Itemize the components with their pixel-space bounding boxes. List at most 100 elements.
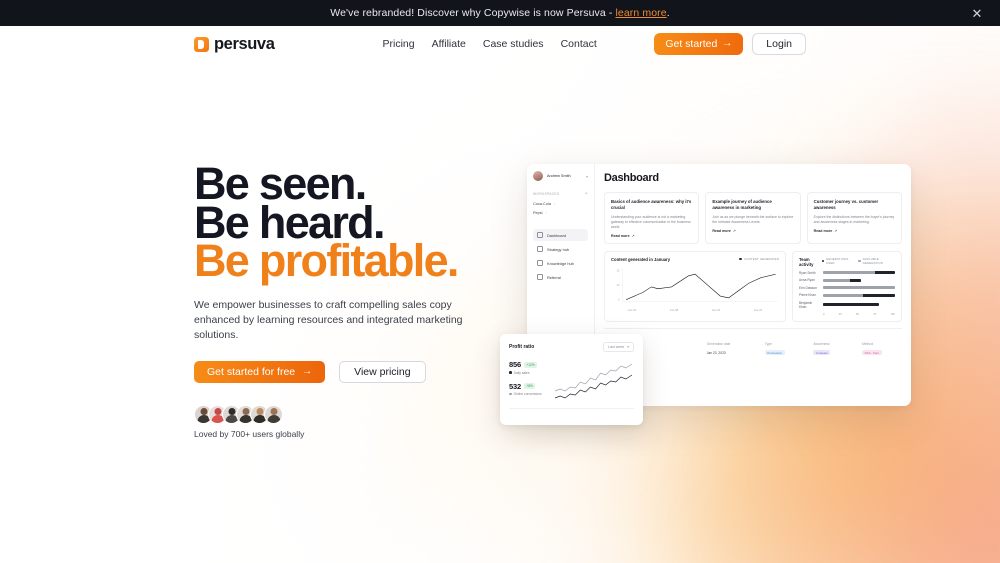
- article-card[interactable]: Example journey of audience awareness in…: [705, 192, 801, 244]
- article-title: Customer journey vs. customer awareness: [813, 199, 879, 210]
- profit-card-body: 856 +12% Daily sales 532 +8% Online conv…: [509, 360, 634, 403]
- legend-dot-icon: [509, 392, 512, 396]
- team-bar: [823, 271, 895, 275]
- stat-label: Online conversions: [513, 392, 542, 396]
- svg-text:0: 0: [618, 297, 620, 301]
- sidebar-item-label: Referral: [547, 274, 561, 280]
- stat-badge: +12%: [523, 361, 538, 368]
- read-more-label: Read more: [611, 233, 630, 238]
- team-bar: [823, 293, 895, 297]
- legend-label: AVAILABLE GENERATION: [862, 256, 883, 265]
- legend-item: AVAILABLE GENERATION: [858, 257, 895, 265]
- sidebar-item-dashboard[interactable]: Dashboard: [533, 229, 588, 241]
- workspace-item-coca-cola[interactable]: Coca-Cola ›: [533, 202, 588, 206]
- chevron-down-icon: ▾: [627, 345, 629, 349]
- profit-line-chart: [553, 360, 634, 403]
- legend-dot-icon: [739, 257, 742, 261]
- profit-stats: 856 +12% Daily sales 532 +8% Online conv…: [509, 360, 553, 403]
- team-row: Pierre Khan: [799, 293, 895, 297]
- article-card[interactable]: Customer journey vs. customer awareness …: [806, 192, 902, 244]
- announcement-text: We've rebranded! Discover why Copywise i…: [330, 7, 669, 19]
- get-started-label: Get started: [665, 38, 718, 50]
- table-row[interactable]: Reaching cold audience Jan 23, 2023 Pers…: [604, 350, 902, 356]
- avatar: [533, 171, 543, 181]
- get-started-button[interactable]: Get started →: [654, 33, 744, 55]
- workspace-item-pepsi[interactable]: Pepsi ›: [533, 211, 588, 215]
- line-chart-svg: 20 10 0: [617, 268, 778, 302]
- logo-mark-icon: [194, 36, 209, 52]
- team-legend: GENERATIONS USED AVAILABLE GENERATION: [821, 257, 895, 265]
- legend-dot-icon: [509, 371, 512, 374]
- x-tick: 0: [823, 312, 825, 317]
- column-header-method[interactable]: Method: [862, 342, 902, 346]
- stat-label-row: Online conversions: [509, 392, 553, 396]
- close-icon[interactable]: ✕: [970, 6, 984, 20]
- announcement-text-after: .: [666, 7, 670, 19]
- hero-section: Be seen. Be heard. Be profitable. We emp…: [0, 62, 470, 439]
- cell-type: Persuasive: [764, 350, 810, 356]
- legend-item: CONTENT GENERATED: [739, 257, 779, 261]
- article-card[interactable]: Basics of audience awareness: why it's c…: [604, 192, 700, 244]
- column-header-generation-date[interactable]: Generation date: [707, 342, 761, 346]
- view-pricing-button[interactable]: View pricing: [339, 360, 426, 383]
- chevron-right-icon: ›: [545, 211, 547, 215]
- article-title: Basics of audience awareness: why it's c…: [611, 199, 692, 210]
- avatar: [264, 404, 283, 424]
- period-select[interactable]: Last week ▾: [603, 342, 634, 352]
- hero-line-3: Be profitable.: [194, 235, 459, 287]
- legend-dot-icon: [821, 259, 824, 263]
- get-started-free-button[interactable]: Get started for free →: [194, 360, 326, 383]
- nav-link-affiliate[interactable]: Affiliate: [432, 38, 466, 50]
- team-activity-panel: Team activity GENERATIONS USED AVAILABLE…: [792, 250, 902, 323]
- nav-link-contact[interactable]: Contact: [561, 38, 597, 50]
- arrow-right-icon: →: [302, 365, 313, 377]
- sidebar-item-knowledge-hub[interactable]: Knowledge hub: [533, 257, 588, 269]
- line-chart: 20 10 0: [611, 265, 779, 307]
- team-member-name: Pierre Khan: [799, 293, 816, 298]
- external-link-icon: ↗: [834, 228, 838, 233]
- stat-badge: +8%: [523, 383, 536, 389]
- period-select-value: Last week: [608, 345, 625, 349]
- workspaces-section-header: WORKSPACES +: [533, 191, 588, 197]
- team-axis: 0 25 50 75 100: [799, 312, 895, 316]
- stat-item: 856 +12% Daily sales: [509, 360, 553, 375]
- profit-chart-svg: [554, 363, 633, 399]
- hero-cta-group: Get started for free → View pricing: [194, 360, 470, 383]
- team-row: Anna Ryan: [799, 278, 895, 282]
- chevron-right-icon: ›: [553, 202, 556, 206]
- learn-more-link[interactable]: learn more: [615, 7, 666, 19]
- user-profile[interactable]: Andrew Smith ▾: [533, 171, 588, 181]
- x-tick: Jan 22: [753, 307, 763, 312]
- x-tick: Jan 01: [627, 307, 637, 312]
- chart-x-labels: Jan 01 Jan 08 Jan 15 Jan 22: [611, 308, 779, 312]
- login-button[interactable]: Login: [752, 33, 806, 55]
- announcement-text-before: We've rebranded! Discover why Copywise i…: [330, 7, 616, 19]
- nav-link-pricing[interactable]: Pricing: [383, 38, 415, 50]
- read-more-link[interactable]: Read more ↗: [814, 229, 895, 233]
- page-title: Be seen. Be heard. Be profitable.: [194, 161, 470, 283]
- article-body: Join us as we plunge beneath the surface…: [712, 214, 794, 224]
- stat-value: 856: [509, 360, 521, 369]
- sidebar-item-referral[interactable]: Referral: [533, 271, 588, 283]
- dashboard-panels: Content generated in January CONTENT GEN…: [604, 250, 902, 323]
- logo-text: persuva: [214, 34, 275, 53]
- user-name: Andrew Smith: [547, 174, 571, 178]
- x-tick: Jan 15: [711, 307, 721, 312]
- plus-icon[interactable]: +: [585, 191, 588, 197]
- team-activity-title: Team activity: [799, 256, 814, 267]
- logo[interactable]: persuva: [194, 35, 275, 54]
- nav-link-case-studies[interactable]: Case studies: [483, 38, 544, 50]
- sidebar-item-strategy-hub[interactable]: Strategy hub: [533, 243, 588, 255]
- sidebar-item-label: Strategy hub: [547, 246, 570, 252]
- column-header-awareness[interactable]: Awareness: [813, 342, 858, 346]
- read-more-link[interactable]: Read more ↗: [611, 234, 692, 238]
- navbar: persuva Pricing Affiliate Case studies C…: [0, 26, 1000, 62]
- table-caption: Content generated: [604, 333, 902, 338]
- nav-actions: Get started → Login: [654, 33, 806, 55]
- workspace-label: Coca-Cola: [533, 202, 551, 206]
- read-more-link[interactable]: Read more ↗: [712, 229, 793, 233]
- nav-links: Pricing Affiliate Case studies Contact: [383, 38, 597, 50]
- dashboard-nav: Dashboard Strategy hub Knowledge hub Ref…: [533, 229, 588, 283]
- team-bars: Ryan Smith Anna Ryan Erin Dawson Pierre …: [799, 271, 895, 309]
- column-header-type[interactable]: Type: [765, 342, 810, 346]
